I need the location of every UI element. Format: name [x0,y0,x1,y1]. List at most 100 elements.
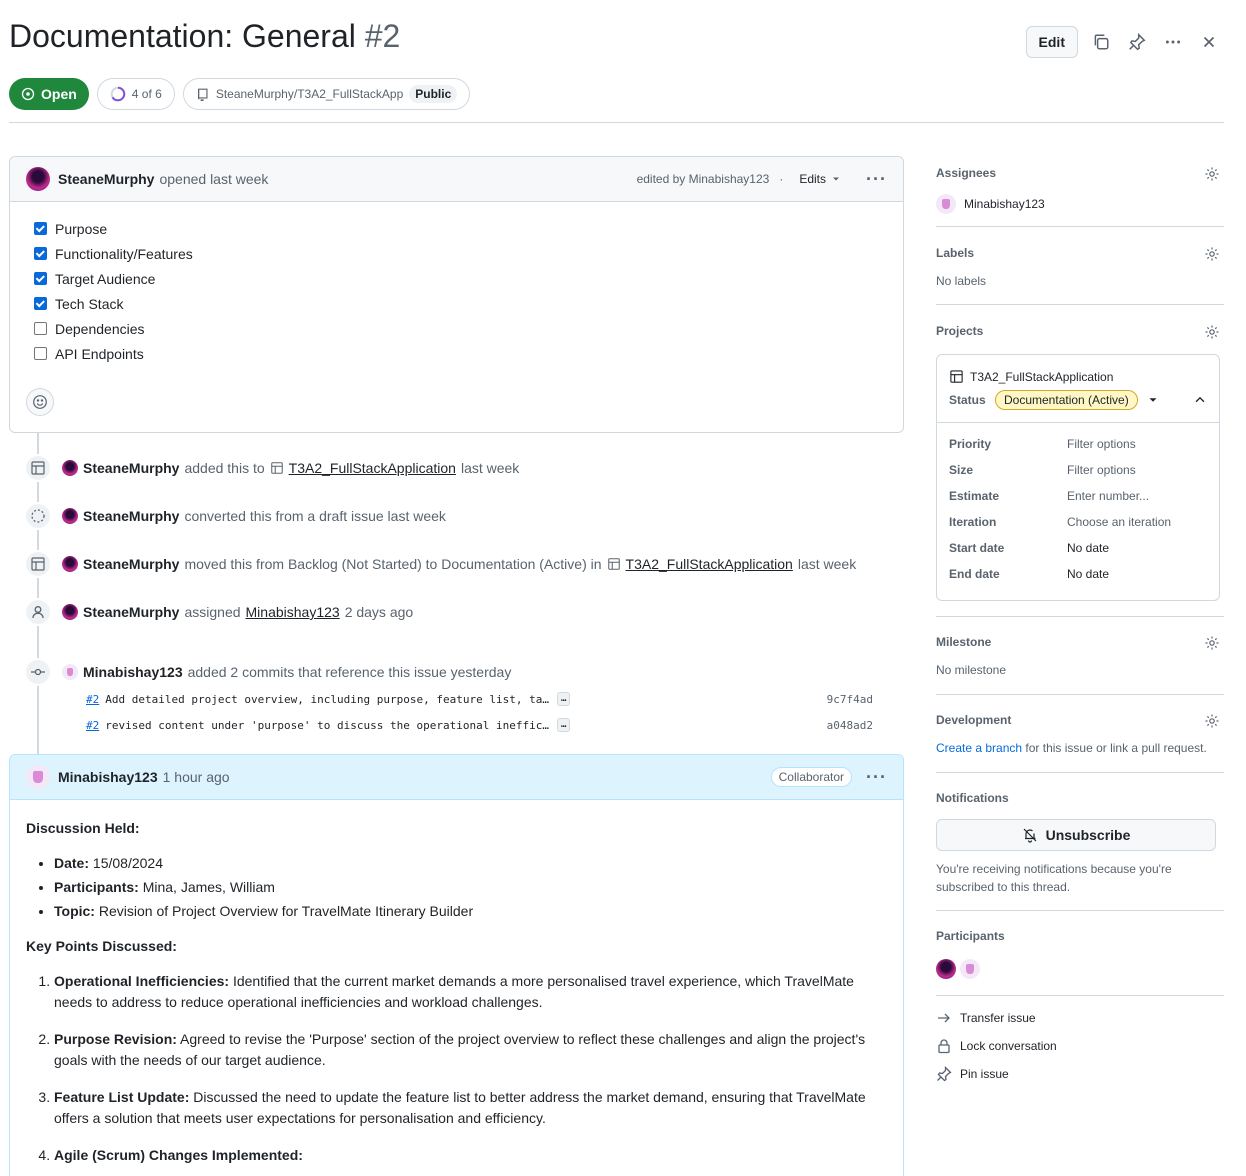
assignee-link[interactable]: Minabishay123 [246,604,340,620]
edited-by: edited by Minabishay123 [636,172,770,186]
repo-pill[interactable]: SteaneMurphy/T3A2_FullStackApp Public [182,78,471,110]
field-key: Iteration [949,515,997,529]
avatar[interactable] [26,765,50,789]
gear-icon[interactable] [1204,635,1220,651]
milestone-section: Milestone No milestone [936,635,1224,677]
comment-author[interactable]: SteaneMurphy [58,171,154,187]
timeline-actor[interactable]: Minabishay123 [83,664,183,680]
task-label: Purpose [55,220,108,237]
participants-list [936,959,1224,979]
comment-header: Minabishay123 1 hour ago Collaborator ··… [10,755,903,800]
avatar[interactable] [62,664,78,680]
avatar[interactable] [936,959,956,979]
assignee-name: Minabishay123 [964,197,1045,211]
gear-icon[interactable] [1204,324,1220,340]
project-card-title[interactable]: T3A2_FullStackApplication [937,355,1219,384]
task-checkbox[interactable] [34,297,47,310]
task-checkbox[interactable] [34,222,47,235]
project-field-row[interactable]: Priority Filter options [937,431,1219,457]
timeline-item: SteaneMurphy converted this from a draft… [24,502,446,530]
project-table-icon [270,462,283,474]
assignee-item[interactable]: Minabishay123 [936,194,1224,214]
commit-issue-ref[interactable]: #2 [86,719,99,732]
pin-issue-button[interactable]: Pin issue [936,1066,1009,1082]
avatar[interactable] [960,959,980,979]
project-field-row[interactable]: Estimate Enter number... [937,483,1219,509]
commit-sha[interactable]: 9c7f4ad [827,693,873,706]
comment-author[interactable]: Minabishay123 [58,769,158,785]
transfer-issue-button[interactable]: Transfer issue [936,1010,1036,1026]
development-text: Create a branch for this issue or link a… [936,741,1224,755]
commit-message[interactable]: revised content under 'purpose' to discu… [105,719,549,732]
progress-label: 4 of 6 [131,87,162,101]
detail-label: Date: [54,855,90,871]
project-link[interactable]: T3A2_FullStackApplication [626,556,793,572]
labels-value: No labels [936,274,987,288]
expand-commit-button[interactable]: … [556,692,571,706]
project-link[interactable]: T3A2_FullStackApplication [289,460,456,476]
progress-ring-icon [110,86,126,102]
avatar[interactable] [62,556,78,572]
labels-title: Labels [936,246,975,260]
timeline-time: 2 days ago [344,604,414,620]
timeline-actor[interactable]: SteaneMurphy [83,604,179,620]
timeline-time: last week [460,460,520,476]
chevron-up-icon[interactable] [1193,393,1207,407]
create-branch-link[interactable]: Create a branch [936,741,1022,755]
section-heading: Key Points Discussed: [26,938,177,954]
unsubscribe-button[interactable]: Unsubscribe [936,819,1216,851]
expand-commit-button[interactable]: … [556,718,571,732]
avatar[interactable] [62,604,78,620]
divider [936,694,1224,695]
timeline-actor[interactable]: SteaneMurphy [83,556,179,572]
notifications-section: Notifications [936,791,1224,805]
git-commit-icon [24,658,52,686]
add-reaction-button[interactable] [26,388,54,416]
task-checkbox[interactable] [34,347,47,360]
issue-title: Documentation: General [9,18,356,54]
task-item: Dependencies [34,316,903,341]
timeline-actor[interactable]: SteaneMurphy [83,508,179,524]
comment-body: Discussion Held: Date: 15/08/2024 Partic… [10,800,903,1166]
progress-pill[interactable]: 4 of 6 [96,78,175,110]
status-badge[interactable]: Documentation (Active) [995,390,1138,410]
comment-header: SteaneMurphy opened last week edited by … [10,157,903,202]
triangle-down-icon[interactable] [1146,393,1160,407]
divider [936,304,1224,305]
task-label: Target Audience [55,270,156,287]
commit-sha[interactable]: a048ad2 [827,719,873,732]
separator-dot: · [779,172,784,186]
task-label: API Endpoints [55,345,144,362]
gear-icon[interactable] [1204,166,1220,182]
task-checkbox[interactable] [34,247,47,260]
edits-dropdown[interactable]: Edits [799,172,842,186]
project-field-row[interactable]: Iteration Choose an iteration [937,509,1219,535]
avatar[interactable] [62,460,78,476]
action-label: Lock conversation [960,1039,1057,1053]
project-field-row[interactable]: Size Filter options [937,457,1219,483]
lock-conversation-button[interactable]: Lock conversation [936,1038,1057,1054]
milestone-value: No milestone [936,663,1007,677]
avatar[interactable] [62,508,78,524]
gear-icon[interactable] [1204,246,1220,262]
triangle-down-icon [833,177,840,181]
project-field-row[interactable]: Start date No date [937,535,1219,561]
gear-icon[interactable] [1204,713,1220,729]
unsubscribe-label: Unsubscribe [1045,827,1131,843]
field-value: Enter number... [1067,489,1150,503]
comment-options-icon[interactable]: ··· [866,170,887,188]
comment-time: opened last week [159,171,269,187]
commit-issue-ref[interactable]: #2 [86,693,99,706]
project-field-row[interactable]: End date No date [937,561,1219,587]
detail-label: Participants: [54,879,139,895]
task-checkbox[interactable] [34,322,47,335]
avatar[interactable] [26,167,50,191]
commit-message[interactable]: Add detailed project overview, including… [105,693,549,706]
list-item: Feature List Update: Discussed the need … [54,1087,887,1129]
comment-options-icon[interactable]: ··· [866,768,887,786]
divider [936,995,1224,996]
task-checkbox[interactable] [34,272,47,285]
action-label: Pin issue [960,1067,1009,1081]
timeline-item: SteaneMurphy assigned Minabishay123 2 da… [24,598,413,626]
timeline-actor[interactable]: SteaneMurphy [83,460,179,476]
